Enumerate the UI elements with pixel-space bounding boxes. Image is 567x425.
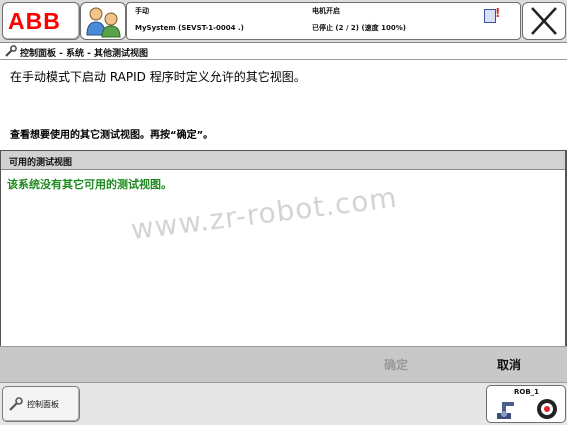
program-state: 已停止 (2 / 2) (速度 100%) — [312, 24, 406, 32]
page-description: 在手动模式下启动 RAPID 程序时定义允许的其它视图。 — [10, 70, 306, 84]
alert-icon: ! — [495, 6, 501, 20]
motor-state: 电机开启 — [312, 7, 340, 15]
user-icon — [86, 7, 121, 38]
ok-button[interactable]: 确定 — [340, 347, 452, 383]
status-bar[interactable]: 手动 MySystem (SEVST-1-0004 .) 电机开启 已停止 (2… — [126, 2, 521, 40]
test-view-list[interactable]: 可用的测试视图 该系统没有其它可用的测试视图。 — [0, 150, 567, 347]
quickset-button[interactable]: ROB_1 — [486, 385, 566, 423]
instruction-text: 查看想要使用的其它测试视图。再按“确定”。 — [10, 130, 214, 141]
taskbar-control-panel-button[interactable]: 控制面板 — [2, 386, 80, 422]
command-bar: 确定 取消 — [0, 346, 567, 383]
top-bar: ABB 手动 MySystem (SEVST-1-0004 .) 电机开启 已停… — [0, 0, 567, 43]
system-name: MySystem (SEVST-1-0004 .) — [135, 24, 244, 32]
mechanical-unit-label: ROB_1 — [514, 388, 540, 396]
user-button[interactable] — [80, 2, 126, 40]
close-icon — [531, 7, 557, 35]
taskbar: 控制面板 ROB_1 — [0, 382, 567, 425]
speed-icon — [537, 399, 557, 419]
abb-menu-button[interactable]: ABB — [2, 2, 80, 40]
breadcrumb: 控制面板 - 系统 - 其他测试视图 — [0, 43, 567, 60]
list-empty-message: 该系统没有其它可用的测试视图。 — [7, 178, 172, 191]
list-header-label: 可用的测试视图 — [9, 158, 73, 168]
close-button[interactable] — [522, 2, 566, 40]
cancel-button[interactable]: 取消 — [453, 347, 565, 383]
robot-icon — [497, 402, 514, 419]
abb-logo: ABB — [8, 8, 61, 34]
wrench-icon — [5, 45, 17, 57]
wrench-icon — [9, 397, 23, 411]
taskbar-control-panel-label: 控制面板 — [27, 400, 59, 409]
breadcrumb-text: 控制面板 - 系统 - 其他测试视图 — [20, 49, 149, 59]
operating-mode: 手动 — [135, 7, 149, 15]
list-header: 可用的测试视图 — [1, 151, 565, 170]
